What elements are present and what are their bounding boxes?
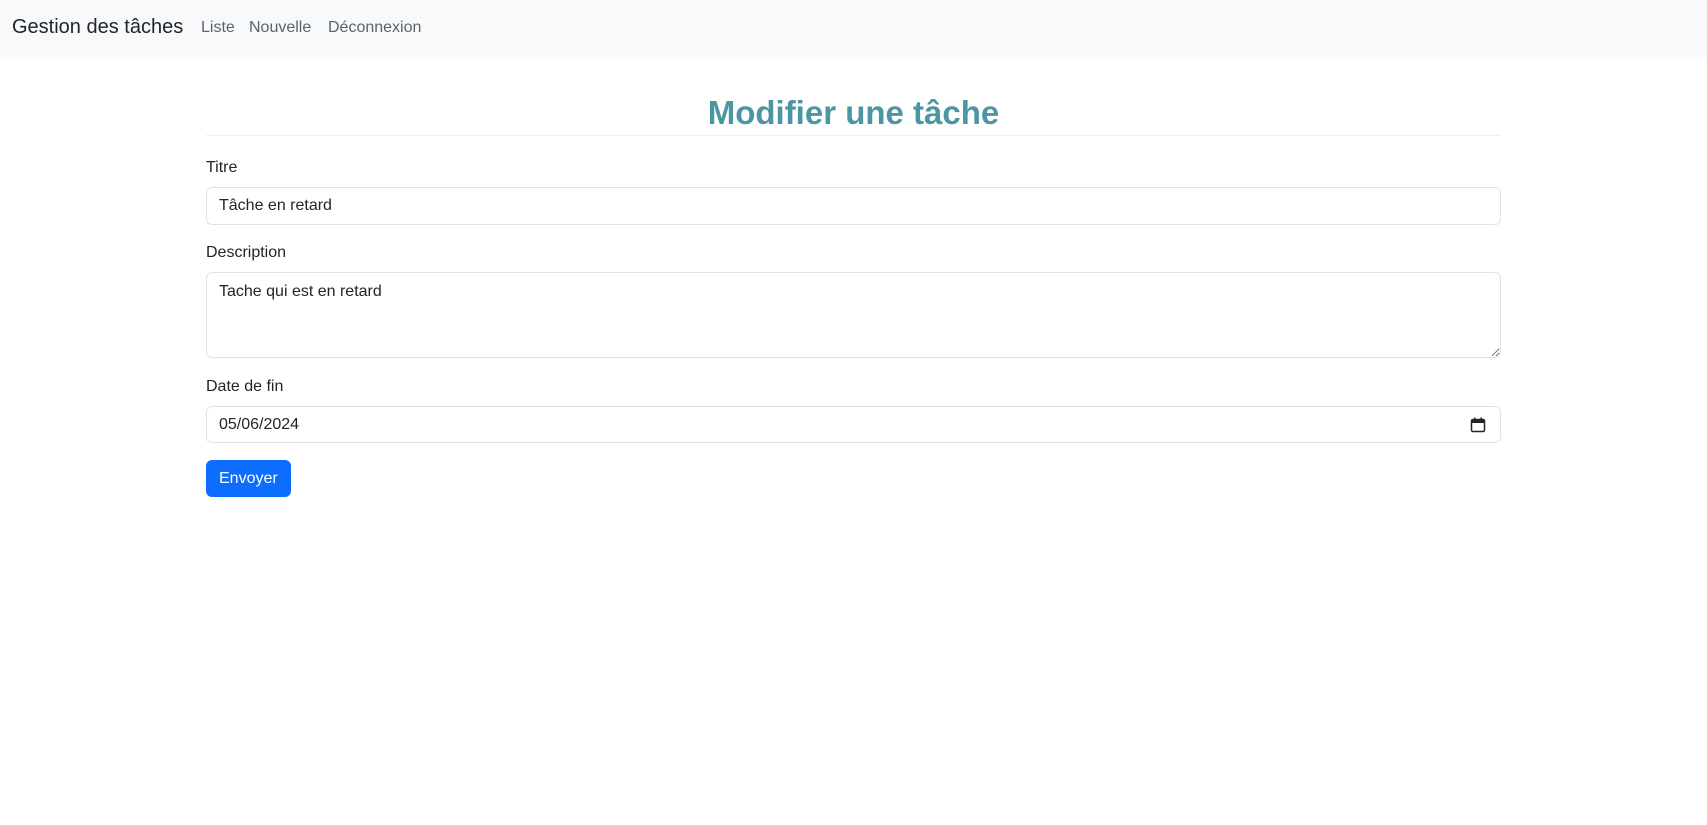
date-fin-label: Date de fin [206,378,284,395]
navbar-brand[interactable]: Gestion des tâches [12,16,183,39]
page-title: Modifier une tâche [707,94,1000,131]
calendar-icon[interactable] [1470,417,1486,433]
title-divider [206,135,1501,136]
nav-link-deconnexion[interactable]: Déconnexion [328,19,421,37]
envoyer-button[interactable]: Envoyer [206,460,291,497]
navbar: Gestion des tâches Liste Nouvelle Déconn… [0,0,1707,57]
date-fin-input[interactable]: 05/06/2024 [206,406,1501,443]
titre-label: Titre [206,159,238,176]
description-label: Description [206,244,287,261]
date-fin-value: 05/06/2024 [219,416,300,433]
nav-link-liste[interactable]: Liste [201,19,235,37]
nav-link-nouvelle[interactable]: Nouvelle [249,19,311,37]
titre-input[interactable] [206,187,1501,225]
description-textarea[interactable]: Tache qui est en retard [206,272,1501,358]
